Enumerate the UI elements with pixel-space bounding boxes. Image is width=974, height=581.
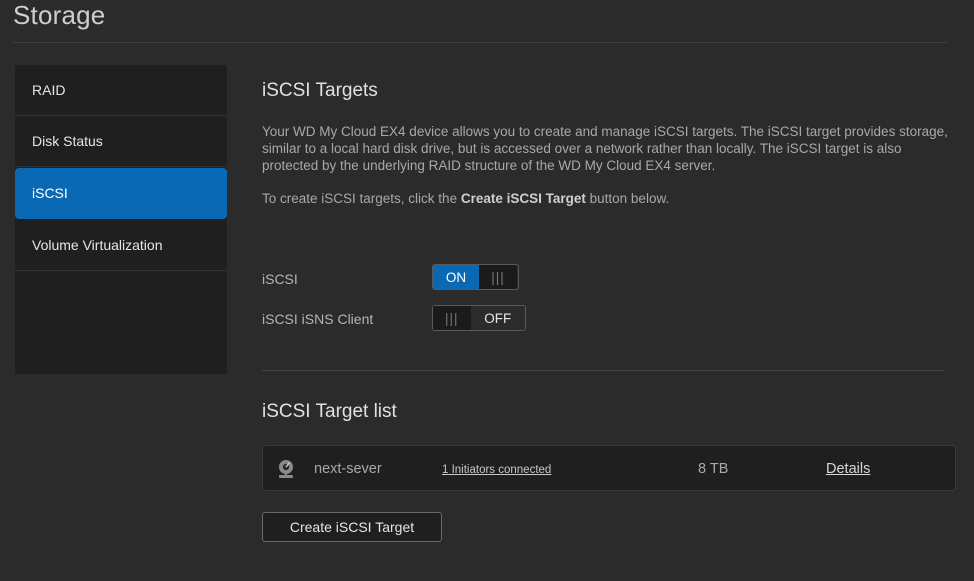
page-title: Storage bbox=[13, 0, 106, 30]
sidebar-item-raid[interactable]: RAID bbox=[15, 65, 227, 116]
storage-page: Storage RAID Disk Status iSCSI Volume Vi… bbox=[0, 0, 974, 581]
section-title-target-list: iSCSI Target list bbox=[262, 401, 397, 422]
iscsi-description: Your WD My Cloud EX4 device allows you t… bbox=[262, 124, 948, 173]
create-hint-bold: Create iSCSI Target bbox=[460, 191, 586, 206]
target-name: next-sever bbox=[314, 461, 382, 477]
target-size: 8 TB bbox=[698, 461, 729, 477]
section-title-iscsi-targets: iSCSI Targets bbox=[262, 80, 378, 101]
server-target-icon bbox=[279, 460, 293, 478]
target-details-link[interactable]: Details bbox=[826, 461, 870, 477]
target-row: next-sever 1 Initiators connected 8 TB D… bbox=[262, 445, 956, 491]
create-hint-prefix: To create iSCSI targets, click the bbox=[262, 191, 461, 206]
sidebar: RAID Disk Status iSCSI Volume Virtualiza… bbox=[15, 65, 227, 374]
iscsi-toggle-on: ON bbox=[433, 265, 479, 289]
title-divider bbox=[13, 42, 947, 43]
isns-toggle-off: OFF bbox=[470, 306, 525, 330]
sidebar-item-disk-status[interactable]: Disk Status bbox=[15, 116, 227, 167]
isns-client-setting-label: iSCSI iSNS Client bbox=[262, 311, 374, 327]
isns-client-toggle[interactable]: ||| OFF bbox=[432, 305, 526, 331]
iscsi-toggle-grip-icon: ||| bbox=[479, 265, 517, 289]
sidebar-item-iscsi[interactable]: iSCSI bbox=[15, 168, 227, 219]
create-hint-suffix: button below. bbox=[585, 191, 670, 206]
create-iscsi-target-button[interactable]: Create iSCSI Target bbox=[262, 512, 442, 542]
sidebar-item-volume-virtualization[interactable]: Volume Virtualization bbox=[15, 220, 227, 271]
iscsi-toggle[interactable]: ON ||| bbox=[432, 264, 519, 290]
iscsi-setting-label: iSCSI bbox=[262, 271, 298, 287]
isns-toggle-grip-icon: ||| bbox=[433, 306, 471, 330]
section-divider bbox=[262, 370, 944, 371]
target-initiators-link[interactable]: 1 Initiators connected bbox=[442, 464, 551, 476]
create-hint: To create iSCSI targets, click the Creat… bbox=[262, 191, 669, 206]
